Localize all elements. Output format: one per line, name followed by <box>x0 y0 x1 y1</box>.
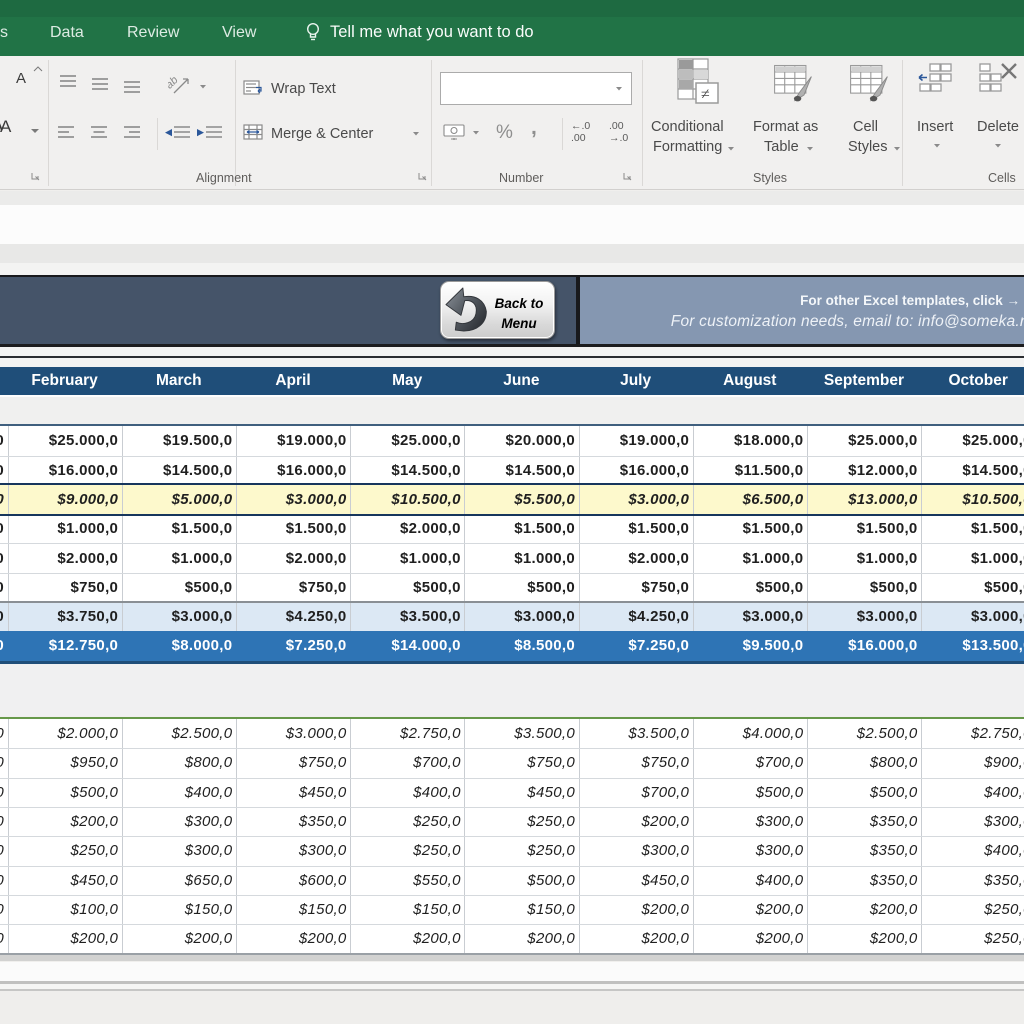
svg-text:≠: ≠ <box>701 86 710 103</box>
